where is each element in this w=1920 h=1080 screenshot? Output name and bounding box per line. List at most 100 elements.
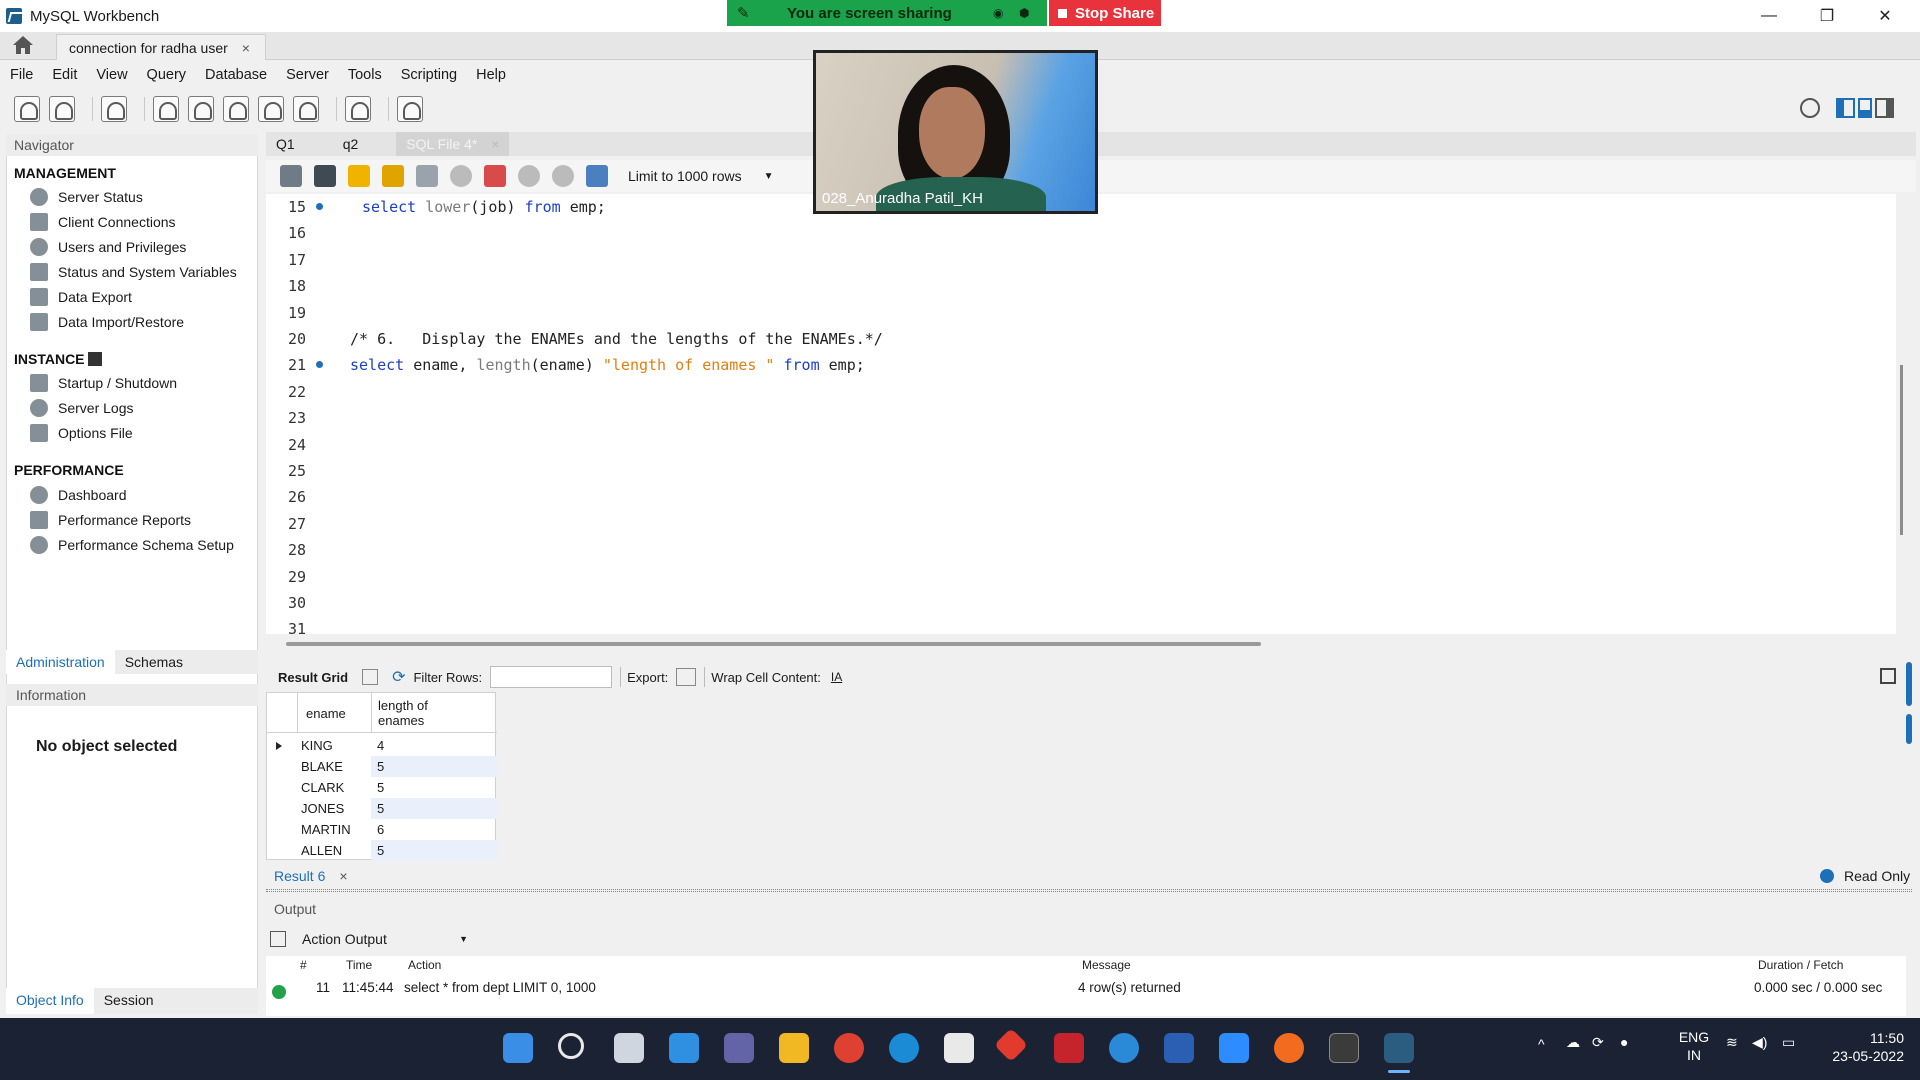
refresh-icon[interactable]: ⟳ xyxy=(392,667,405,687)
menu-tools[interactable]: Tools xyxy=(348,67,382,83)
menu-file[interactable]: File xyxy=(10,67,33,83)
menu-server[interactable]: Server xyxy=(286,67,329,83)
column-header-ename[interactable]: ename xyxy=(297,693,371,733)
stop-share-button[interactable]: Stop Share xyxy=(1049,0,1161,26)
close-window-button[interactable]: ✕ xyxy=(1856,0,1914,32)
cell-length[interactable]: 5 xyxy=(371,798,497,819)
close-tab-icon[interactable]: × xyxy=(242,40,250,56)
nav-startup-shutdown[interactable]: Startup / Shutdown xyxy=(30,374,177,392)
onedrive-icon[interactable]: ☁ xyxy=(1566,1034,1580,1051)
new-sql-tab-icon[interactable] xyxy=(14,96,40,122)
menu-view[interactable]: View xyxy=(96,67,127,83)
edge-icon[interactable] xyxy=(889,1033,919,1063)
nav-options-file[interactable]: Options File xyxy=(30,424,133,442)
settings-gear-icon[interactable] xyxy=(1800,98,1820,118)
table-row[interactable]: KING 4 xyxy=(267,735,497,756)
volume-icon[interactable]: ◀) xyxy=(1752,1034,1767,1051)
execute-icon[interactable] xyxy=(348,165,370,187)
create-table-icon[interactable] xyxy=(188,96,214,122)
nav-server-logs[interactable]: Server Logs xyxy=(30,399,133,417)
microsoft-store-icon[interactable] xyxy=(944,1033,974,1063)
zoom-icon[interactable] xyxy=(1219,1033,1249,1063)
explain-icon[interactable] xyxy=(416,165,438,187)
nav-data-export[interactable]: Data Export xyxy=(30,288,132,306)
result-grid-side-tab[interactable] xyxy=(1906,662,1912,706)
cell-ename[interactable]: CLARK xyxy=(301,777,371,798)
copy-icon[interactable] xyxy=(270,931,286,947)
nav-server-status[interactable]: Server Status xyxy=(30,188,143,206)
table-row[interactable]: CLARK 5 xyxy=(267,777,497,798)
language-indicator[interactable]: ENG IN xyxy=(1674,1028,1714,1064)
nav-dashboard[interactable]: Dashboard xyxy=(30,486,127,504)
cell-ename[interactable]: JONES xyxy=(301,798,371,819)
result-tab[interactable]: Result 6 × xyxy=(266,864,348,888)
menu-help[interactable]: Help xyxy=(476,67,506,83)
result-grid[interactable]: ename length of enames KING 4 BLAKE 5 CLARK… xyxy=(266,692,497,861)
table-row[interactable]: ALLEN 5 xyxy=(267,840,497,861)
sync-icon[interactable]: ⟳ xyxy=(1592,1034,1604,1051)
menu-database[interactable]: Database xyxy=(205,67,267,83)
participant-video[interactable]: 028_Anuradha Patil_KH xyxy=(813,50,1098,214)
toggle-errors-icon[interactable] xyxy=(484,165,506,187)
chrome-icon[interactable] xyxy=(834,1033,864,1063)
filter-rows-input[interactable] xyxy=(490,666,613,688)
limit-rows-select[interactable]: Limit to 1000 rows ▼ xyxy=(628,168,774,184)
table-row[interactable]: MARTIN 6 xyxy=(267,819,497,840)
form-editor-side-tab[interactable] xyxy=(1906,714,1912,744)
output-row-action[interactable]: select * from dept LIMIT 0, 1000 xyxy=(404,980,596,995)
tab-schemas[interactable]: Schemas xyxy=(115,650,193,674)
export-icon[interactable] xyxy=(676,668,697,686)
editor-vertical-scrollbar[interactable] xyxy=(1900,365,1903,535)
cell-ename[interactable]: BLAKE xyxy=(301,756,371,777)
menu-edit[interactable]: Edit xyxy=(52,67,77,83)
menu-query[interactable]: Query xyxy=(147,67,187,83)
cell-length[interactable]: 5 xyxy=(371,840,497,861)
cell-length[interactable]: 4 xyxy=(371,735,497,756)
toggle-sidebar-icon[interactable] xyxy=(1836,98,1856,118)
file-explorer-icon[interactable] xyxy=(779,1033,809,1063)
column-header-duration[interactable]: Duration / Fetch xyxy=(1758,958,1843,972)
tab-q1[interactable]: Q1 xyxy=(266,132,305,156)
windows-start-icon[interactable] xyxy=(503,1033,533,1063)
toggle-output-icon[interactable] xyxy=(1858,98,1872,118)
nav-users-privileges[interactable]: Users and Privileges xyxy=(30,238,186,256)
close-tab-icon[interactable]: × xyxy=(491,136,499,152)
nav-performance-schema[interactable]: Performance Schema Setup xyxy=(30,536,234,554)
execute-current-icon[interactable] xyxy=(382,165,404,187)
create-view-icon[interactable] xyxy=(223,96,249,122)
toggle-results-panel-icon[interactable] xyxy=(1880,668,1896,684)
open-file-icon[interactable] xyxy=(280,165,302,187)
open-sql-script-icon[interactable] xyxy=(49,96,75,122)
task-view-icon[interactable] xyxy=(614,1033,644,1063)
tab-object-info[interactable]: Object Info xyxy=(6,988,94,1014)
cell-ename[interactable]: KING xyxy=(301,735,371,756)
search-icon[interactable] xyxy=(558,1033,584,1059)
rollback-icon[interactable] xyxy=(552,165,574,187)
mcafee-icon[interactable] xyxy=(1054,1033,1084,1063)
cell-length[interactable]: 5 xyxy=(371,777,497,798)
commit-icon[interactable] xyxy=(518,165,540,187)
menu-scripting[interactable]: Scripting xyxy=(401,67,457,83)
nav-data-import[interactable]: Data Import/Restore xyxy=(30,313,184,331)
wifi-icon[interactable]: ≋ xyxy=(1726,1034,1738,1051)
close-result-icon[interactable]: × xyxy=(339,868,347,884)
mysql-workbench-taskbar-icon[interactable] xyxy=(1384,1033,1414,1063)
tab-administration[interactable]: Administration xyxy=(6,650,115,674)
firefox-icon[interactable] xyxy=(1274,1033,1304,1063)
home-icon[interactable] xyxy=(10,34,40,58)
sql-editor[interactable]: 15 select lower(job) from emp; 16 17 18 1… xyxy=(266,194,1896,634)
toggle-secondary-sidebar-icon[interactable] xyxy=(1874,98,1894,118)
output-type-select[interactable]: Action Output ▼ xyxy=(296,927,474,951)
cell-ename[interactable]: ALLEN xyxy=(301,840,371,861)
nav-status-variables[interactable]: Status and System Variables xyxy=(30,263,237,281)
widgets-icon[interactable] xyxy=(669,1033,699,1063)
wrap-cell-icon[interactable]: IA xyxy=(831,670,842,684)
save-icon[interactable] xyxy=(314,165,336,187)
search-table-data-icon[interactable] xyxy=(345,96,371,122)
cell-length[interactable]: 6 xyxy=(371,819,497,840)
mysql-shell-icon[interactable] xyxy=(1329,1033,1359,1063)
clock[interactable]: 11:50 23-05-2022 xyxy=(1822,1030,1904,1064)
minimize-button[interactable]: — xyxy=(1740,0,1798,32)
panel-splitter[interactable] xyxy=(266,889,1912,892)
column-header-action[interactable]: Action xyxy=(408,958,441,972)
